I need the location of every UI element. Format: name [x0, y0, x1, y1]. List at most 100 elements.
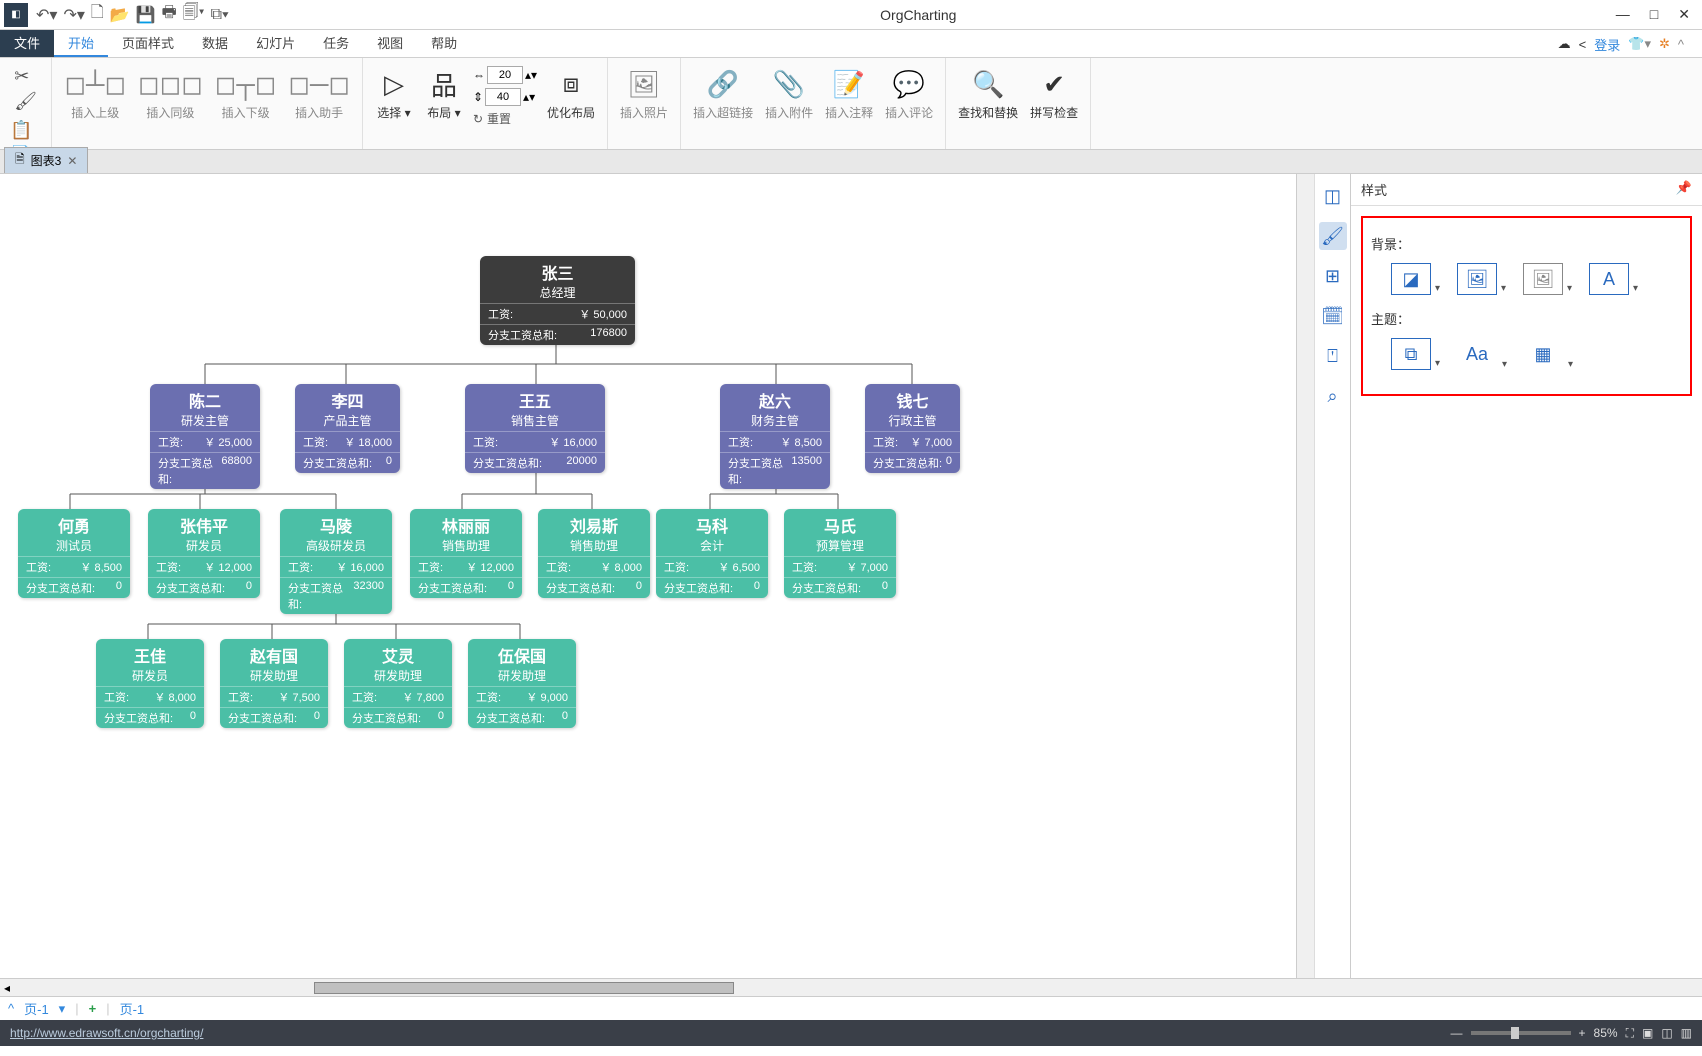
zoom-out-button[interactable]: — — [1451, 1026, 1463, 1040]
org-node[interactable]: 林丽丽销售助理 工资:￥ 12,000 分支工资总和:0 — [410, 509, 522, 598]
close-tab-icon[interactable]: ✕ — [67, 154, 77, 168]
fields-icon[interactable]: ⊞ — [1319, 262, 1347, 290]
insert-assistant-button[interactable]: ◻─◻插入助手 — [282, 62, 356, 123]
single-page-icon[interactable]: ◫ — [1661, 1026, 1672, 1040]
spin-up-icon[interactable]: ▴▾ — [525, 68, 537, 82]
org-node[interactable]: 刘易斯销售助理 工资:￥ 8,000 分支工资总和:0 — [538, 509, 650, 598]
tree-icon[interactable]: ⍞ — [1319, 342, 1347, 370]
minimize-button[interactable]: — — [1616, 6, 1630, 23]
highlighted-style-section: 背景： ◪ 🖼 🖼 A 主题： ⧉ Aa ▦ — [1361, 216, 1692, 396]
save-icon[interactable]: 💾 — [136, 5, 156, 25]
page-left-label[interactable]: 页-1 — [24, 999, 49, 1018]
insert-photo-button[interactable]: 🖼插入照片 — [614, 62, 674, 123]
org-node[interactable]: 赵有国研发助理 工资:￥ 7,500 分支工资总和:0 — [220, 639, 328, 728]
vertical-scrollbar[interactable] — [1296, 174, 1314, 978]
insert-attach-button[interactable]: 📎插入附件 — [759, 62, 819, 123]
select-button[interactable]: ▷选择 ▾ — [369, 62, 419, 131]
calendar-icon[interactable]: 🗓 — [1319, 302, 1347, 330]
tab-page-style[interactable]: 页面样式 — [108, 30, 188, 57]
app-color-icon[interactable]: ✲ — [1659, 36, 1670, 52]
redo-icon[interactable]: ↷▾ — [63, 5, 84, 25]
tab-start[interactable]: 开始 — [54, 30, 108, 57]
zoom-slider[interactable] — [1471, 1031, 1571, 1035]
theme-label: 主题： — [1371, 309, 1682, 328]
bg-watermark-icon[interactable]: A — [1589, 263, 1629, 295]
fit-width-icon[interactable]: ▣ — [1642, 1026, 1653, 1040]
tab-task[interactable]: 任务 — [309, 30, 363, 57]
layout-button[interactable]: 品布局 ▾ — [419, 62, 469, 131]
bg-fill-icon[interactable]: ◪ — [1391, 263, 1431, 295]
cloud-icon[interactable]: ☁ — [1558, 36, 1571, 52]
fit-page-icon[interactable]: ⛶ — [1626, 1026, 1634, 1041]
org-node[interactable]: 钱七行政主管 工资:￥ 7,000 分支工资总和:0 — [865, 384, 960, 473]
org-node[interactable]: 艾灵研发助理 工资:￥ 7,800 分支工资总和:0 — [344, 639, 452, 728]
theme-color-icon[interactable]: ▦ — [1523, 338, 1563, 370]
undo-icon[interactable]: ↶▾ — [36, 5, 57, 25]
pin-icon[interactable]: 📌 — [1676, 180, 1692, 199]
app-title: OrgCharting — [233, 7, 1604, 23]
insert-comment-button[interactable]: 💬插入评论 — [879, 62, 939, 123]
copy-icon[interactable]: 🖌 — [14, 91, 37, 112]
spin-up-icon[interactable]: ▴▾ — [523, 90, 535, 104]
tab-data[interactable]: 数据 — [188, 30, 242, 57]
org-node[interactable]: 赵六财务主管 工资:￥ 8,500 分支工资总和:13500 — [720, 384, 830, 489]
org-node[interactable]: 陈二研发主管 工资:￥ 25,000 分支工资总和:68800 — [150, 384, 260, 489]
export-icon[interactable]: 🗐▾ — [183, 1, 205, 28]
shirt-icon[interactable]: 👕▾ — [1628, 36, 1651, 52]
org-node[interactable]: 伍保国研发助理 工资:￥ 9,000 分支工资总和:0 — [468, 639, 576, 728]
org-node[interactable]: 马氏预算管理 工资:￥ 7,000 分支工资总和:0 — [784, 509, 896, 598]
multi-page-icon[interactable]: ▥ — [1681, 1026, 1692, 1040]
insert-child-button[interactable]: ◻┬◻插入下级 — [209, 62, 283, 123]
spell-check-button[interactable]: ✔拼写检查 — [1024, 62, 1084, 123]
find-replace-button[interactable]: 🔍查找和替换 — [952, 62, 1024, 123]
insert-link-button[interactable]: 🔗插入超链接 — [687, 62, 759, 123]
page-expand-icon[interactable]: ^ — [8, 1001, 14, 1016]
page-dropdown-icon[interactable]: ▾ — [59, 1001, 66, 1017]
tab-view[interactable]: 视图 — [363, 30, 417, 57]
canvas[interactable]: 张三总经理 工资:￥ 50,000 分支工资总和:176800 陈二研发主管 工资… — [0, 174, 1296, 978]
maximize-button[interactable]: □ — [1650, 6, 1658, 23]
org-node[interactable]: 王佳研发员 工资:￥ 8,000 分支工资总和:0 — [96, 639, 204, 728]
style-brush-icon[interactable]: 🖌 — [1319, 222, 1347, 250]
optimize-layout-button[interactable]: ⧈优化布局 — [541, 62, 601, 131]
open-icon[interactable]: 📂 — [110, 5, 130, 25]
org-node[interactable]: 马陵高级研发员 工资:￥ 16,000 分支工资总和:32300 — [280, 509, 392, 614]
person-card-icon[interactable]: ◫ — [1319, 182, 1347, 210]
org-node[interactable]: 王五销售主管 工资:￥ 16,000 分支工资总和:20000 — [465, 384, 605, 473]
tab-file[interactable]: 文件 — [0, 30, 54, 57]
login-link[interactable]: 登录 — [1594, 35, 1620, 54]
org-node[interactable]: 何勇测试员 工资:￥ 8,500 分支工资总和:0 — [18, 509, 130, 598]
print-icon[interactable]: 🖶 — [162, 1, 177, 28]
reset-button[interactable]: ↻ 重置 — [473, 110, 537, 127]
theme-layout-icon[interactable]: ⧉ — [1391, 338, 1431, 370]
clipboard-icon[interactable]: 📋 — [10, 120, 41, 141]
bg-image-remove-icon[interactable]: 🖼 — [1523, 263, 1563, 295]
status-url[interactable]: http://www.edrawsoft.cn/orgcharting/ — [10, 1026, 203, 1040]
vspacing-input[interactable] — [485, 88, 521, 106]
insert-parent-button[interactable]: ◻┴◻插入上级 — [58, 62, 132, 123]
options-icon[interactable]: ⧉▾ — [211, 6, 229, 24]
insert-sibling-button[interactable]: ◻◻◻插入同级 — [132, 62, 209, 123]
tab-slides[interactable]: 幻灯片 — [242, 30, 309, 57]
cut-icon[interactable]: ✂ — [14, 66, 37, 87]
tab-help[interactable]: 帮助 — [417, 30, 471, 57]
theme-font-icon[interactable]: Aa — [1457, 338, 1497, 370]
search-panel-icon[interactable]: ⌕ — [1319, 382, 1347, 410]
new-icon[interactable]: 🗋 — [91, 1, 104, 28]
bg-image-add-icon[interactable]: 🖼 — [1457, 263, 1497, 295]
org-node[interactable]: 李四产品主管 工资:￥ 18,000 分支工资总和:0 — [295, 384, 400, 473]
org-node[interactable]: 马科会计 工资:￥ 6,500 分支工资总和:0 — [656, 509, 768, 598]
zoom-in-button[interactable]: + — [1579, 1026, 1586, 1040]
share-icon[interactable]: < — [1579, 37, 1587, 52]
close-button[interactable]: ✕ — [1678, 6, 1690, 23]
document-tab[interactable]: 🗎 图表3 ✕ — [4, 147, 88, 173]
page-right-label[interactable]: 页-1 — [120, 999, 145, 1018]
org-node[interactable]: 张伟平研发员 工资:￥ 12,000 分支工资总和:0 — [148, 509, 260, 598]
insert-note-button[interactable]: 📝插入注释 — [819, 62, 879, 123]
collapse-ribbon-icon[interactable]: ^ — [1678, 37, 1684, 52]
hspacing-input[interactable] — [487, 66, 523, 84]
horizontal-scrollbar[interactable]: ◂ — [0, 978, 1702, 996]
org-node[interactable]: 张三总经理 工资:￥ 50,000 分支工资总和:176800 — [480, 256, 635, 345]
add-page-icon[interactable]: + — [89, 1001, 97, 1016]
background-label: 背景： — [1371, 234, 1682, 253]
